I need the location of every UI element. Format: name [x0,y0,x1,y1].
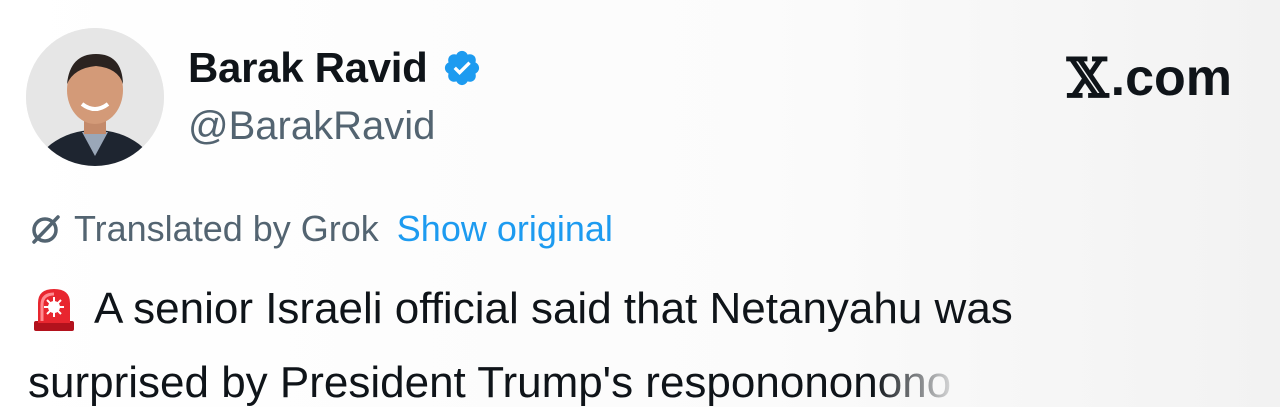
author-display-name[interactable]: Barak Ravid [188,44,482,92]
show-original-link[interactable]: Show original [397,208,613,250]
translate-icon [28,211,64,247]
author-name-text: Barak Ravid [188,44,428,91]
brand-logo: 𝕏 .com [1067,46,1232,110]
verified-badge-icon [442,48,482,88]
tweet-card: Barak Ravid @BarakRavid 𝕏 .com Translate… [0,0,1280,407]
x-logo-icon: 𝕏 [1066,46,1109,110]
tweet-line-2-faded-text: ononono [780,346,951,407]
translated-by-label: Translated by Grok [74,208,379,249]
rotating-light-icon [28,283,80,335]
tweet-text: A senior Israeli official said that Neta… [28,272,1258,407]
brand-domain: .com [1110,49,1232,107]
tweet-line-1: A senior Israeli official said that Neta… [28,272,1258,346]
tweet-line-2: surprised by President Trump's respon ono… [28,346,1258,407]
avatar-image [26,28,164,166]
translation-bar: Translated by Grok Show original [28,208,613,250]
avatar[interactable] [26,28,164,166]
tweet-line-2-text: surprised by President Trump's respon [28,358,780,407]
author-handle[interactable]: @BarakRavid [188,104,435,149]
tweet-line-1-text: A senior Israeli official said that Neta… [94,284,1013,333]
